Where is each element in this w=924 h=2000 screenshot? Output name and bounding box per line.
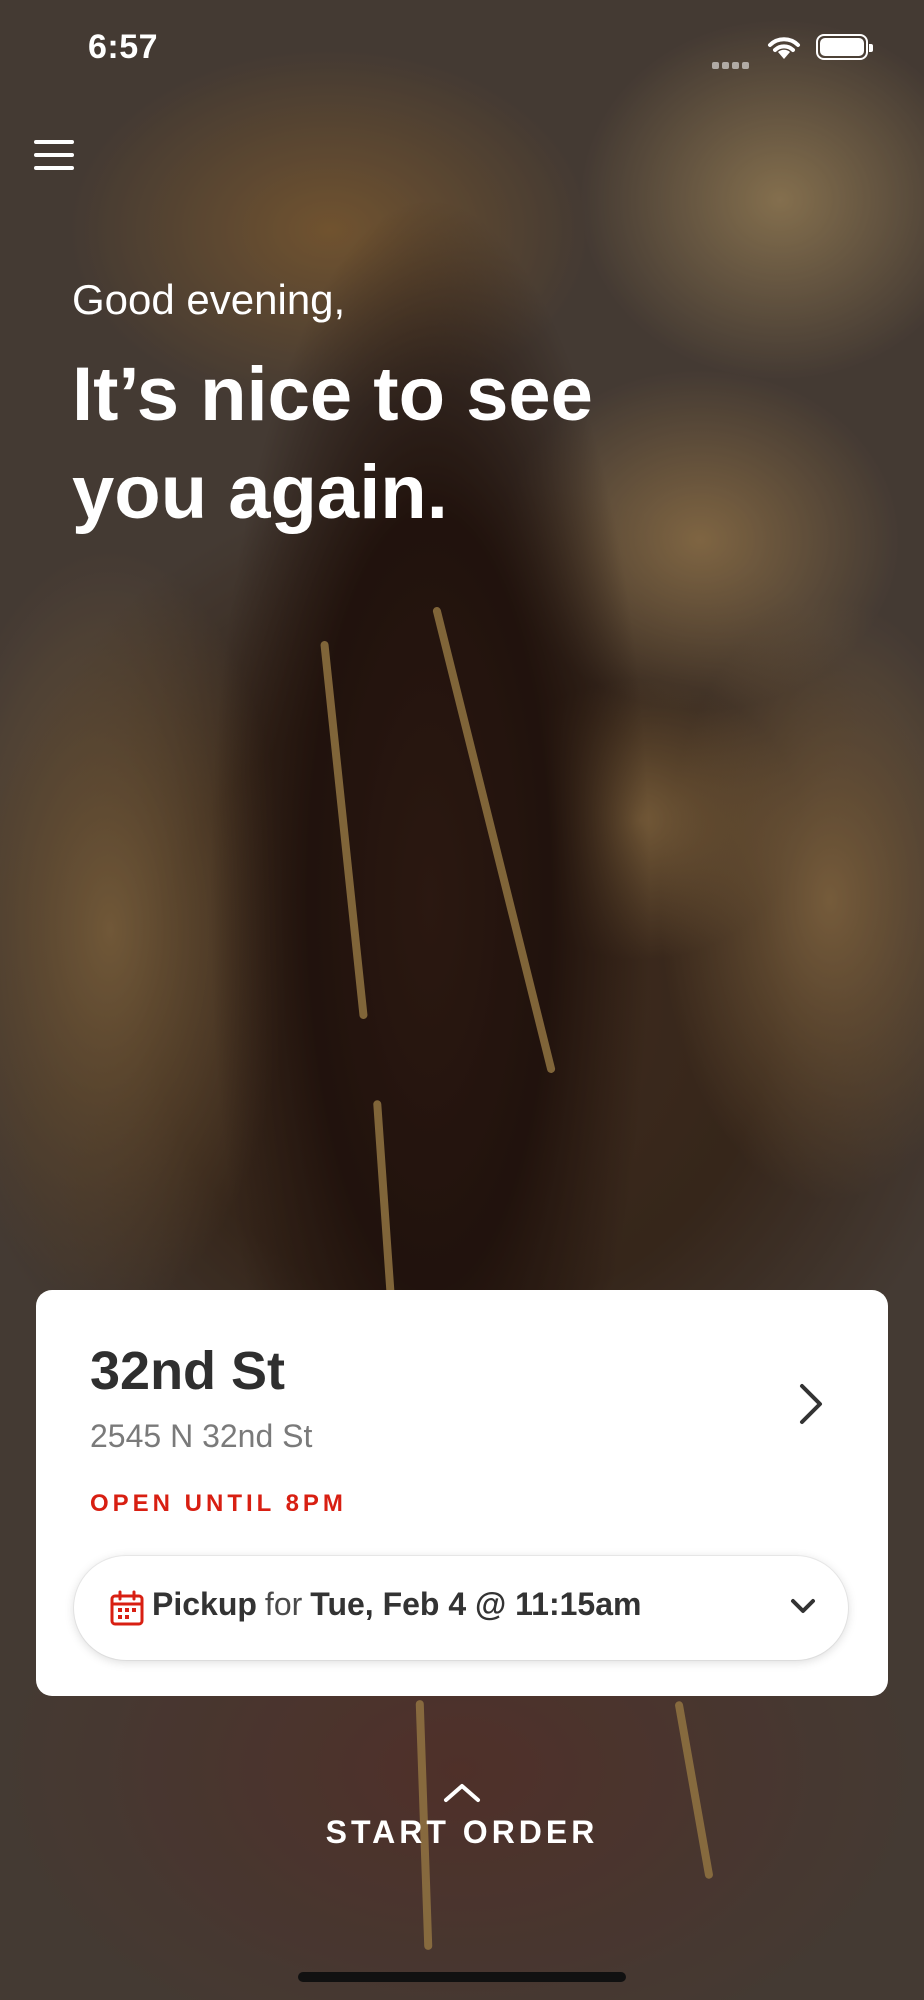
- location-address: 2545 N 32nd St: [90, 1418, 313, 1454]
- open-status: OPEN UNTIL 8PM: [90, 1490, 347, 1517]
- location-card[interactable]: 32nd St 2545 N 32nd St OPEN UNTIL 8PM Pi…: [36, 1290, 888, 1696]
- calendar-icon: [110, 1590, 144, 1626]
- signal-icon: [712, 56, 754, 69]
- chevron-down-icon: [791, 1599, 815, 1613]
- pickup-mode: Pickup: [152, 1586, 257, 1622]
- hamburger-menu-icon[interactable]: [34, 140, 74, 176]
- start-order-label: START ORDER: [325, 1814, 599, 1850]
- greeting-headline: It’s nice to see you again.: [72, 352, 593, 535]
- pickup-connector: for: [264, 1586, 303, 1622]
- status-time: 6:57: [88, 28, 159, 66]
- greeting-salutation: Good evening,: [72, 276, 346, 323]
- start-order-button[interactable]: START ORDER: [0, 1780, 924, 1851]
- location-name: 32nd St: [90, 1341, 286, 1401]
- pickup-time-selector[interactable]: Pickup for Tue, Feb 4 @ 11:15am: [74, 1556, 848, 1660]
- chevron-up-icon: [444, 1784, 480, 1802]
- status-bar: 6:57: [0, 0, 924, 100]
- chevron-right-icon[interactable]: [782, 1374, 838, 1434]
- battery-icon: [816, 34, 873, 60]
- pickup-summary: Pickup for Tue, Feb 4 @ 11:15am: [152, 1586, 641, 1623]
- pickup-datetime: Tue, Feb 4 @ 11:15am: [310, 1586, 642, 1622]
- home-indicator: [298, 1972, 626, 1982]
- wifi-icon: [768, 37, 800, 59]
